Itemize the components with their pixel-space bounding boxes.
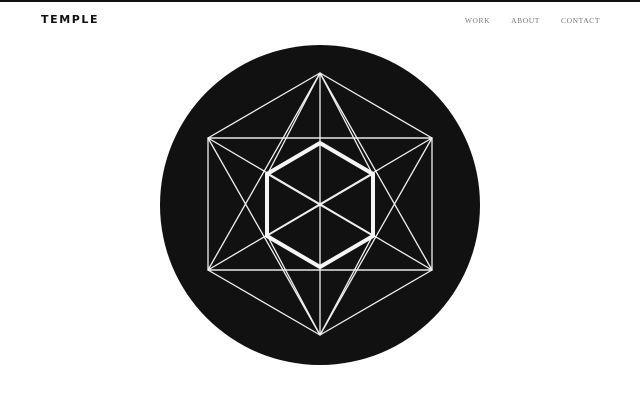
- site-logo[interactable]: TEMPLE: [41, 14, 99, 26]
- nav-link-work[interactable]: WORK: [465, 16, 490, 25]
- nav-link-contact[interactable]: CONTACT: [561, 16, 600, 25]
- hero-artwork: [159, 44, 481, 366]
- top-border: [0, 0, 640, 2]
- nav-link-about[interactable]: ABOUT: [511, 16, 540, 25]
- main-nav: WORK ABOUT CONTACT: [444, 16, 600, 25]
- sacred-geometry-hexagon-icon: [160, 45, 480, 365]
